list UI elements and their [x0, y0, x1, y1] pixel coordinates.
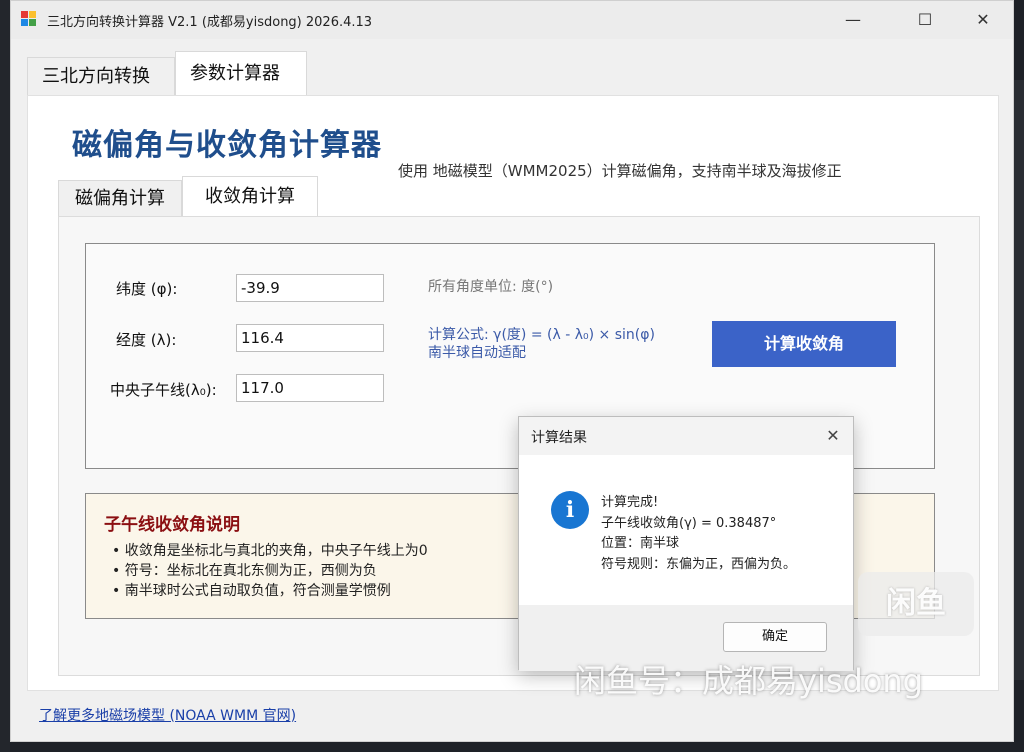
- dialog-title: 计算结果: [531, 430, 587, 446]
- window-title: 三北方向转换计算器 V2.1 (成都易yisdong) 2026.4.13: [47, 15, 373, 30]
- result-line: 子午线收敛角(γ) = 0.38487°: [601, 516, 777, 531]
- maximize-button[interactable]: ☐: [903, 7, 947, 33]
- dialog-close-button[interactable]: ✕: [821, 425, 845, 447]
- latitude-label: 纬度 (φ):: [116, 280, 178, 298]
- minimize-button[interactable]: —: [831, 7, 875, 33]
- result-line: 符号规则：东偏为正，西偏为负。: [601, 557, 797, 572]
- watermark-text: 闲鱼号：成都易yisdong: [574, 662, 923, 700]
- longitude-input[interactable]: 116.4: [236, 324, 384, 352]
- tab-declination[interactable]: 磁偏角计算: [58, 180, 182, 216]
- page-title: 磁偏角与收敛角计算器: [72, 128, 382, 163]
- note-item: • 南半球时公式自动取负值，符合测量学惯例: [112, 583, 391, 599]
- watermark-logo: 闲鱼: [858, 572, 974, 636]
- desktop-background-right: [1014, 80, 1024, 680]
- close-button[interactable]: ✕: [961, 7, 1005, 33]
- info-icon: i: [551, 491, 589, 529]
- tab-convergence[interactable]: 收敛角计算: [182, 176, 318, 216]
- noaa-wmm-link[interactable]: 了解更多地磁场模型 (NOAA WMM 官网): [39, 705, 296, 725]
- ok-button[interactable]: 确定: [723, 622, 827, 652]
- calculate-convergence-button[interactable]: 计算收敛角: [712, 321, 896, 367]
- central-meridian-input[interactable]: 117.0: [236, 374, 384, 402]
- longitude-label: 经度 (λ):: [116, 331, 177, 349]
- tab-parameter-calculator[interactable]: 参数计算器: [175, 51, 307, 95]
- dialog-title-bar: 计算结果 ✕: [519, 417, 853, 455]
- formula-note: 计算公式: γ(度) = (λ - λ₀) × sin(φ) 南半球自动适配: [428, 326, 655, 362]
- result-dialog: 计算结果 ✕ i 计算完成! 子午线收敛角(γ) = 0.38487° 位置：南…: [518, 416, 854, 671]
- note-item: • 收敛角是坐标北与真北的夹角，中央子午线上为0: [112, 543, 428, 559]
- notes-title: 子午线收敛角说明: [104, 515, 240, 535]
- result-line: 位置：南半球: [601, 536, 680, 551]
- desktop-background: [0, 0, 10, 752]
- unit-note: 所有角度单位: 度(°): [428, 279, 554, 295]
- tab-three-north-conversion[interactable]: 三北方向转换: [27, 57, 175, 95]
- southern-hemisphere-note: 南半球自动适配: [428, 345, 526, 361]
- title-bar: 三北方向转换计算器 V2.1 (成都易yisdong) 2026.4.13 — …: [11, 1, 1013, 39]
- formula-text: 计算公式: γ(度) = (λ - λ₀) × sin(φ): [428, 327, 655, 343]
- page-subtitle: 使用 地磁模型（WMM2025）计算磁偏角，支持南半球及海拔修正: [398, 162, 842, 180]
- latitude-input[interactable]: -39.9: [236, 274, 384, 302]
- result-line: 计算完成!: [601, 495, 659, 510]
- app-icon: [21, 11, 37, 27]
- note-item: • 符号：坐标北在真北东侧为正，西侧为负: [112, 563, 377, 579]
- central-meridian-label: 中央子午线(λ₀):: [110, 381, 217, 399]
